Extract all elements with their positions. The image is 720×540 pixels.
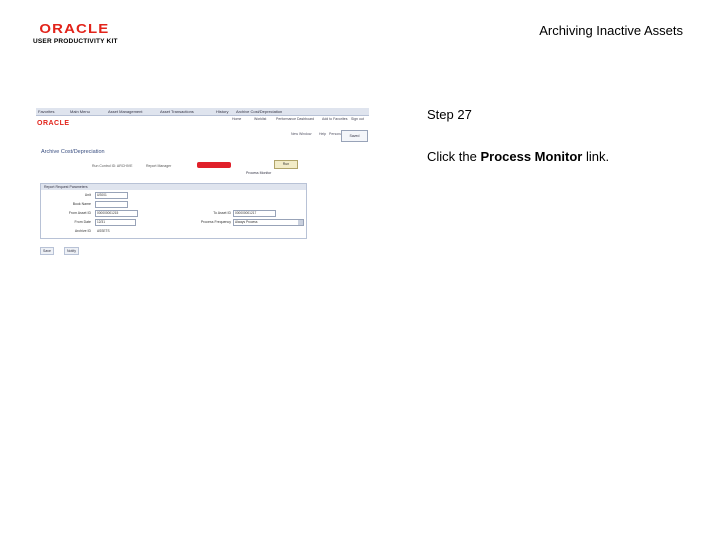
thumb-crumb: Asset Transactions [160,109,194,114]
thumb-process-dropdown: Always Process [233,219,304,226]
thumb-notify-button: Notify [64,247,79,255]
document-title: Archiving Inactive Assets [539,23,683,38]
thumb-link-home: Home [232,117,242,121]
thumb-from-asset-label: From Asset ID [68,211,91,215]
thumb-oracle-logo: ORACLE [37,120,70,127]
highlight-marker [197,162,231,168]
thumb-crumb: Favorites [38,109,55,114]
thumb-process-label: Process Frequency [200,220,231,224]
oracle-logo-text: ORACLE [39,21,110,36]
thumb-process-monitor-link: Process Monitor [246,171,272,175]
thumb-from-asset-field: 000000001215 [95,210,138,217]
thumb-from-date-field: 12/31 [95,219,136,226]
thumb-from-date-label: From Date [74,220,91,224]
thumb-crumb: Main Menu [70,109,90,114]
thumb-panel-title: Report Request Parameters [41,184,306,190]
thumb-book-field [95,201,128,208]
application-screenshot: Favorites Main Menu Asset Management Ass… [36,108,369,258]
thumb-run-control: Run Control ID: ARCHIVE [92,164,133,168]
thumb-link-dashboard: Performance Dashboard [276,117,315,121]
step-number: Step 27 [427,107,472,122]
thumb-link-favorites: Add to Favorites [322,117,348,121]
thumb-link-worklist: Worklist [254,117,267,121]
thumb-archive-id-value: ASSETS [95,228,128,235]
instruction-suffix: link. [582,149,610,164]
instruction-target: Process Monitor [480,149,583,164]
thumb-to-asset-field: 000000001217 [233,210,276,217]
thumb-parameters-panel: Report Request Parameters Unit US001 Boo… [40,183,307,239]
thumb-page-title: Archive Cost/Depreciation [41,149,105,155]
thumb-report-manager: Report Manager [146,164,172,168]
thumb-link-signout: Sign out [351,117,364,121]
thumb-breadcrumb-bar: Favorites Main Menu Asset Management Ass… [36,108,369,116]
thumb-unit-field: US001 [95,192,128,199]
oracle-upk-logo: ORACLE USER PRODUCTIVITY KIT [33,22,125,48]
thumb-crumb: Asset Management [108,109,143,114]
thumb-new-window-link: New Window [291,132,312,136]
thumb-run-button: Run [274,160,298,169]
step-instruction: Click the Process Monitor link. [427,149,609,164]
thumb-book-label: Book Name [72,202,91,206]
thumb-save-button: Save [40,247,54,255]
thumb-crumb: History [216,109,229,114]
thumb-saved-box: Saved [341,130,368,142]
thumb-to-asset-label: To Asset ID [213,211,231,215]
thumb-unit-label: Unit [84,193,91,197]
thumb-help-link: Help [319,132,327,136]
instruction-prefix: Click the [427,149,481,164]
upk-logo-text: USER PRODUCTIVITY KIT [33,38,118,45]
thumb-archive-id-label: Archive ID [74,229,91,233]
thumb-crumb: Archive Cost/Depreciation [236,109,283,114]
